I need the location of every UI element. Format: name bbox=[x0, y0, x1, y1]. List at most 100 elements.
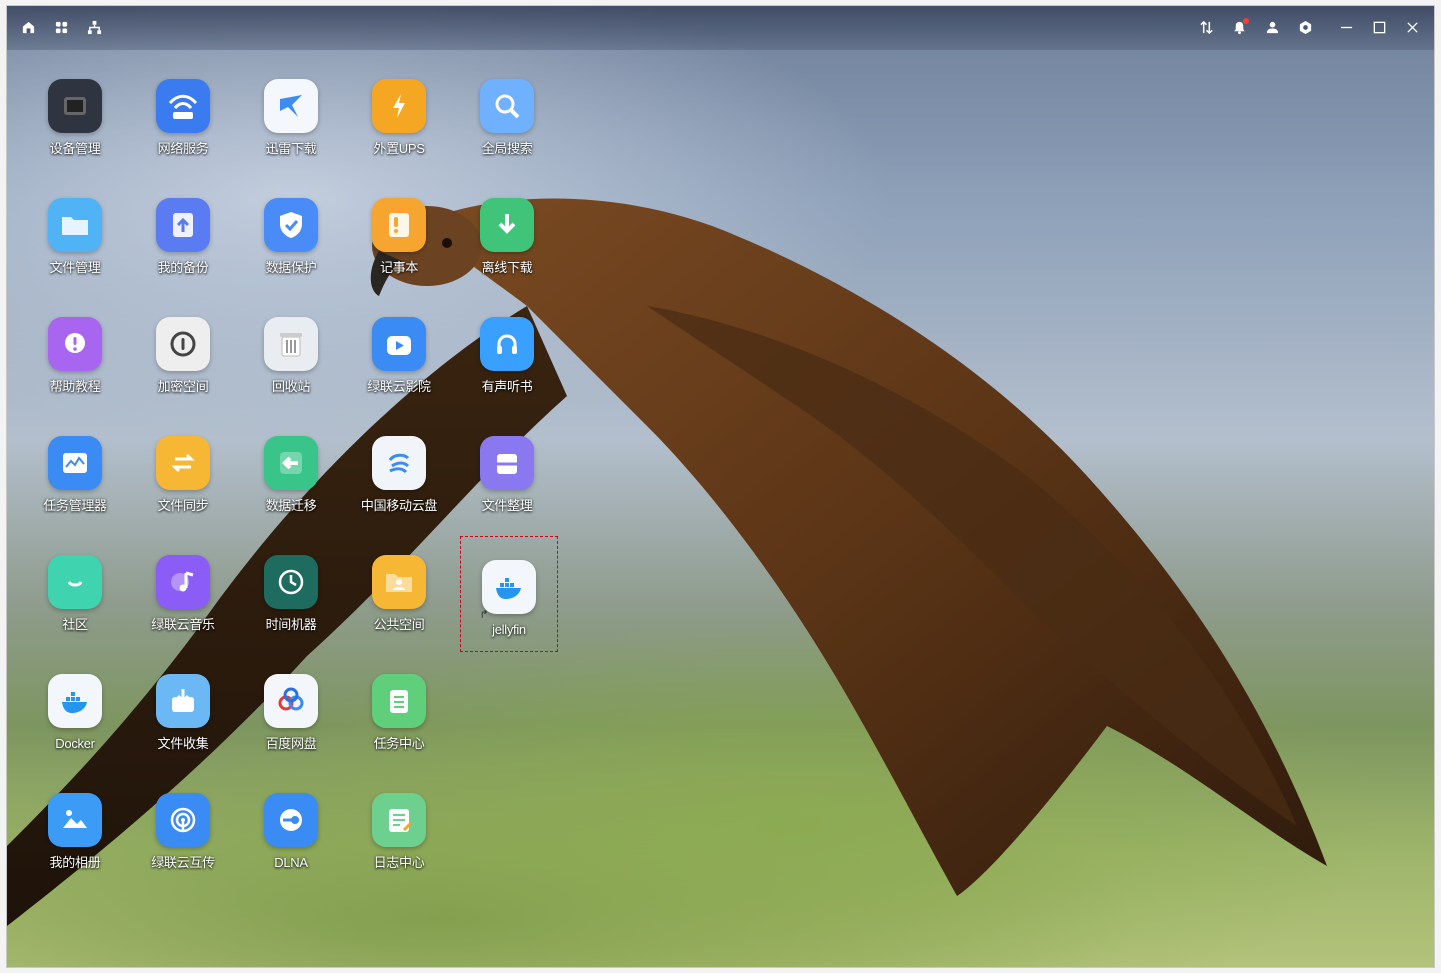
app-label: 全局搜索 bbox=[481, 141, 533, 156]
app-label: 数据迁移 bbox=[265, 498, 317, 513]
desktop-app-2[interactable]: 迅雷下载 bbox=[237, 79, 345, 189]
app-label: 设备管理 bbox=[49, 141, 101, 156]
network-icon[interactable] bbox=[85, 18, 104, 37]
desktop-app-23[interactable]: 公共空间 bbox=[345, 555, 453, 665]
app-label: 日志中心 bbox=[373, 855, 425, 870]
desktop-app-28[interactable]: 任务中心 bbox=[345, 674, 453, 784]
backup-icon bbox=[156, 198, 210, 252]
airdrop-icon bbox=[156, 793, 210, 847]
home-icon[interactable] bbox=[19, 18, 38, 37]
desktop-app-1[interactable]: 网络服务 bbox=[129, 79, 237, 189]
sync-icon bbox=[156, 436, 210, 490]
desktop-app-21[interactable]: 绿联云音乐 bbox=[129, 555, 237, 665]
baidu-icon bbox=[264, 674, 318, 728]
app-label: 加密空间 bbox=[157, 379, 209, 394]
thunder-icon bbox=[264, 79, 318, 133]
bell-icon[interactable] bbox=[1230, 18, 1249, 37]
desktop-app-6[interactable]: 我的备份 bbox=[129, 198, 237, 308]
desktop-app-8[interactable]: 记事本 bbox=[345, 198, 453, 308]
community-icon bbox=[48, 555, 102, 609]
organize-icon bbox=[480, 436, 534, 490]
dlna-icon bbox=[264, 793, 318, 847]
desktop-app-14[interactable]: 有声听书 bbox=[453, 317, 561, 427]
desktop-app-25[interactable]: Docker bbox=[21, 674, 129, 784]
desktop-app-13[interactable]: 绿联云影院 bbox=[345, 317, 453, 427]
app-label: 社区 bbox=[62, 617, 88, 632]
app-label: 网络服务 bbox=[157, 141, 209, 156]
music-icon bbox=[156, 555, 210, 609]
app-label: 回收站 bbox=[271, 379, 311, 394]
desktop-app-26[interactable]: 文件收集 bbox=[129, 674, 237, 784]
app-label: 迅雷下载 bbox=[265, 141, 317, 156]
desktop-app-24[interactable]: ↱ jellyfin bbox=[460, 536, 558, 652]
folder-icon bbox=[48, 198, 102, 252]
app-label: 文件管理 bbox=[49, 260, 101, 275]
desktop-app-32[interactable]: 日志中心 bbox=[345, 793, 453, 903]
device-icon bbox=[48, 79, 102, 133]
desktop-app-30[interactable]: 绿联云互传 bbox=[129, 793, 237, 903]
desktop-window: 设备管理 网络服务 迅雷下载 外置UPS 全局搜索文件管理 我的备份 数据保护 记事本 离线下载… bbox=[7, 6, 1434, 967]
desktop-app-5[interactable]: 文件管理 bbox=[21, 198, 129, 308]
notification-badge bbox=[1243, 18, 1249, 24]
apps-icon[interactable] bbox=[52, 18, 71, 37]
desktop-app-22[interactable]: 时间机器 bbox=[237, 555, 345, 665]
shared-folder-icon bbox=[372, 555, 426, 609]
desktop-app-12[interactable]: 回收站 bbox=[237, 317, 345, 427]
app-label: 中国移动云盘 bbox=[360, 498, 438, 513]
task-icon bbox=[372, 674, 426, 728]
help-icon bbox=[48, 317, 102, 371]
app-label: Docker bbox=[55, 736, 95, 751]
tv-icon bbox=[372, 317, 426, 371]
photo-icon bbox=[48, 793, 102, 847]
desktop-app-9[interactable]: 离线下载 bbox=[453, 198, 561, 308]
migrate-icon bbox=[264, 436, 318, 490]
desktop-app-11[interactable]: 加密空间 bbox=[129, 317, 237, 427]
desktop-app-0[interactable]: 设备管理 bbox=[21, 79, 129, 189]
app-label: DLNA bbox=[274, 855, 308, 870]
wifi-icon bbox=[156, 79, 210, 133]
app-label: 外置UPS bbox=[373, 141, 425, 156]
maximize-icon[interactable] bbox=[1370, 18, 1389, 37]
desktop-app-27[interactable]: 百度网盘 bbox=[237, 674, 345, 784]
settings-icon[interactable] bbox=[1296, 18, 1315, 37]
app-label: 时间机器 bbox=[265, 617, 317, 632]
shield-icon bbox=[264, 198, 318, 252]
app-label: 离线下载 bbox=[481, 260, 533, 275]
titlebar bbox=[7, 6, 1434, 50]
desktop-app-3[interactable]: 外置UPS bbox=[345, 79, 453, 189]
download-icon bbox=[480, 198, 534, 252]
app-label: 任务管理器 bbox=[43, 498, 107, 513]
desktop-app-4[interactable]: 全局搜索 bbox=[453, 79, 561, 189]
desktop-app-29[interactable]: 我的相册 bbox=[21, 793, 129, 903]
desktop-app-18[interactable]: 中国移动云盘 bbox=[345, 436, 453, 546]
trash-icon bbox=[264, 317, 318, 371]
desktop-app-15[interactable]: 任务管理器 bbox=[21, 436, 129, 546]
docker-icon bbox=[48, 674, 102, 728]
close-icon[interactable] bbox=[1403, 18, 1422, 37]
minimize-icon[interactable] bbox=[1337, 18, 1356, 37]
app-label: 绿联云互传 bbox=[151, 855, 215, 870]
app-label: 记事本 bbox=[379, 260, 419, 275]
shortcut-arrow-icon: ↱ bbox=[479, 609, 489, 621]
notepad-icon bbox=[372, 198, 426, 252]
transfer-icon[interactable] bbox=[1197, 18, 1216, 37]
app-label: 文件收集 bbox=[157, 736, 209, 751]
log-icon bbox=[372, 793, 426, 847]
cloud-icon bbox=[372, 436, 426, 490]
desktop-app-7[interactable]: 数据保护 bbox=[237, 198, 345, 308]
user-icon[interactable] bbox=[1263, 18, 1282, 37]
desktop-app-20[interactable]: 社区 bbox=[21, 555, 129, 665]
app-label: 绿联云影院 bbox=[367, 379, 431, 394]
app-label: jellyfin bbox=[492, 622, 526, 637]
app-label: 帮助教程 bbox=[49, 379, 101, 394]
app-label: 百度网盘 bbox=[265, 736, 317, 751]
desktop-app-19[interactable]: 文件整理 bbox=[453, 436, 561, 546]
lock-icon bbox=[156, 317, 210, 371]
desktop-app-10[interactable]: 帮助教程 bbox=[21, 317, 129, 427]
app-label: 数据保护 bbox=[265, 260, 317, 275]
docker-icon: ↱ bbox=[479, 560, 536, 621]
desktop-app-16[interactable]: 文件同步 bbox=[129, 436, 237, 546]
desktop-app-17[interactable]: 数据迁移 bbox=[237, 436, 345, 546]
app-label: 文件整理 bbox=[481, 498, 533, 513]
desktop-app-31[interactable]: DLNA bbox=[237, 793, 345, 903]
